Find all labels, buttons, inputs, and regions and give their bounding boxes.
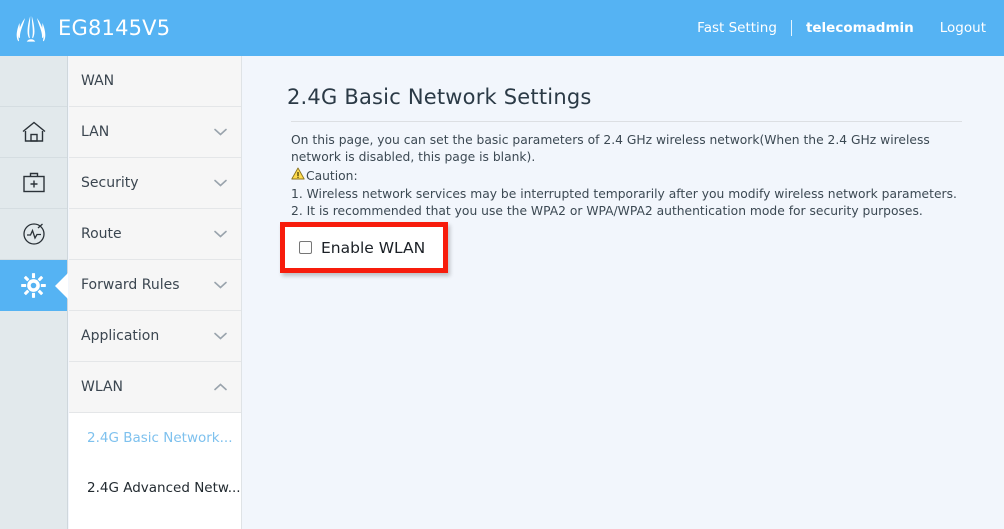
sidebar-item-24g-basic-network[interactable]: 2.4G Basic Network... [69, 413, 241, 463]
sidebar-item-label: Forward Rules [81, 277, 180, 293]
chevron-down-icon [214, 226, 227, 242]
sidebar-menu: WAN LAN Security Route Forward Rules App… [69, 56, 242, 529]
sidebar-item-lan[interactable]: LAN [69, 107, 241, 158]
chevron-up-icon [214, 379, 227, 395]
rail-item-settings[interactable] [0, 260, 67, 311]
sidebar-item-label: Route [81, 226, 122, 242]
sidebar-item-application[interactable]: Application [69, 311, 241, 362]
logout-link[interactable]: Logout [940, 20, 986, 36]
warning-triangle-icon [291, 167, 306, 185]
fast-setting-link[interactable]: Fast Setting [697, 20, 777, 36]
brand: EG8145V5 [0, 13, 170, 43]
page-header: EG8145V5 Fast Setting telecomadmin Logou… [0, 0, 1004, 56]
chevron-down-icon [214, 328, 227, 344]
enable-wlan-checkbox[interactable] [299, 241, 312, 254]
main-content: 2.4G Basic Network Settings On this page… [243, 56, 1004, 529]
sidebar-item-route[interactable]: Route [69, 209, 241, 260]
header-divider [790, 20, 792, 36]
page-title: 2.4G Basic Network Settings [287, 85, 592, 109]
sidebar-item-forward-rules[interactable]: Forward Rules [69, 260, 241, 311]
sidebar-item-label: WLAN [81, 379, 124, 395]
enable-wlan-label: Enable WLAN [321, 238, 426, 257]
chevron-down-icon [214, 277, 227, 293]
caution-label: Caution: [306, 168, 358, 183]
sidebar-item-security[interactable]: Security [69, 158, 241, 209]
sidebar-item-label: WAN [81, 73, 115, 89]
sidebar-item-wlan[interactable]: WLAN [69, 362, 241, 413]
sidebar-item-label: Application [81, 328, 160, 344]
brand-name: EG8145V5 [58, 16, 171, 40]
header-actions: Fast Setting telecomadmin Logout [697, 20, 1004, 36]
rail-item-diagnose[interactable] [0, 209, 67, 260]
sidebar-item-24g-advanced-network[interactable]: 2.4G Advanced Netw... [69, 463, 241, 513]
rail-item-home[interactable] [0, 107, 67, 158]
caution-note-1: 1. Wireless network services may be inte… [291, 187, 957, 201]
diagnose-gauge-icon [21, 221, 47, 247]
sidebar-submenu-wlan: 2.4G Basic Network... 2.4G Advanced Netw… [69, 413, 241, 513]
rail-item-toolbox[interactable] [0, 158, 67, 209]
gear-icon [20, 272, 47, 299]
page-description: On this page, you can set the basic para… [243, 122, 1004, 220]
huawei-flower-logo-icon [12, 13, 50, 43]
current-user-label: telecomadmin [805, 20, 914, 36]
chevron-down-icon [214, 124, 227, 140]
description-line: On this page, you can set the basic para… [291, 133, 930, 164]
sidebar-item-label: LAN [81, 124, 110, 140]
caution-row: Caution: [291, 167, 964, 185]
toolbox-icon [21, 171, 47, 195]
icon-rail [0, 56, 68, 529]
sidebar-item-wan[interactable]: WAN [69, 56, 241, 107]
enable-wlan-row[interactable]: Enable WLAN [285, 227, 443, 268]
sidebar-item-label: Security [81, 175, 139, 191]
enable-wlan-highlight: Enable WLAN [280, 222, 448, 273]
rail-item-spacer [0, 56, 67, 107]
chevron-down-icon [214, 175, 227, 191]
caution-note-2: 2. It is recommended that you use the WP… [291, 204, 923, 218]
home-icon [21, 120, 47, 144]
router-admin-page: EG8145V5 Fast Setting telecomadmin Logou… [0, 0, 1004, 529]
